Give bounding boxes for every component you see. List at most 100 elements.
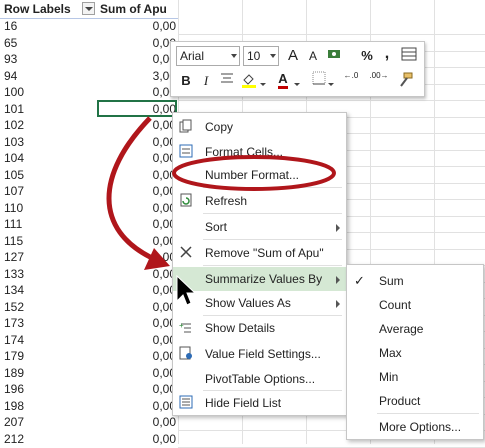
menu-item-format-cells[interactable]: Format Cells...	[173, 140, 346, 164]
decrease-decimal-button[interactable]: .00→	[367, 71, 391, 91]
sum-value[interactable]: 0,00	[98, 134, 176, 150]
sum-value[interactable]: 0,00	[98, 332, 176, 348]
font-color-button[interactable]: A	[273, 69, 293, 89]
format-table-button[interactable]	[399, 46, 419, 66]
sum-value[interactable]: 0,00	[98, 282, 176, 298]
checkmark-icon: ✓	[354, 273, 365, 288]
sum-value[interactable]: 0,00	[98, 266, 176, 282]
chevron-right-icon	[336, 276, 340, 284]
fill-color-dropdown[interactable]	[259, 74, 267, 94]
row-label[interactable]: 110	[4, 200, 94, 216]
borders-dropdown[interactable]	[327, 74, 335, 94]
submenu-item-more-options[interactable]: More Options...	[347, 415, 483, 439]
font-size-select[interactable]: 10	[243, 46, 279, 66]
borders-button[interactable]	[309, 71, 329, 91]
sum-value[interactable]: 0,00	[98, 348, 176, 364]
sum-value[interactable]: 0,00	[98, 150, 176, 166]
row-label[interactable]: 133	[4, 266, 94, 282]
row-label[interactable]: 94	[4, 68, 94, 84]
submenu-item-max[interactable]: Max	[347, 341, 483, 365]
menu-separator	[203, 390, 342, 391]
sum-value[interactable]: 0,00	[98, 431, 176, 447]
format-painter-button[interactable]	[395, 71, 415, 91]
sum-value[interactable]: 3,00	[98, 68, 176, 84]
row-label[interactable]: 198	[4, 398, 94, 414]
percent-style-button[interactable]: %	[357, 46, 377, 66]
sum-value[interactable]: 0,00	[98, 365, 176, 381]
sum-value[interactable]: 0,00	[98, 117, 176, 133]
filter-dropdown-button[interactable]	[82, 2, 95, 15]
sum-value[interactable]: 0,00	[98, 183, 176, 199]
sum-value[interactable]: 0,00	[98, 299, 176, 315]
menu-item-sort[interactable]: Sort	[173, 215, 346, 239]
bold-button[interactable]: B	[176, 71, 196, 91]
comma-style-button[interactable]: ,	[377, 44, 397, 64]
row-label[interactable]: 134	[4, 282, 94, 298]
menu-item-refresh[interactable]: Refresh	[173, 189, 346, 213]
sum-value[interactable]: 0,00	[98, 381, 176, 397]
menu-item-number-format[interactable]: Number Format...	[173, 163, 346, 187]
copy-icon	[178, 119, 194, 135]
row-label[interactable]: 212	[4, 431, 94, 447]
font-name-select[interactable]: Arial	[176, 46, 240, 66]
selected-cell[interactable]	[97, 100, 177, 117]
currency-format-button[interactable]	[325, 46, 345, 66]
sum-value[interactable]: 0,00	[98, 216, 176, 232]
sum-value[interactable]: 0,00	[98, 200, 176, 216]
font-color-dropdown[interactable]	[293, 74, 301, 94]
menu-item-value-field-settings[interactable]: Value Field Settings...	[173, 342, 346, 366]
row-label[interactable]: 16	[4, 18, 94, 34]
sum-value[interactable]: 0,00	[98, 35, 176, 51]
menu-item-remove-sum-of-apu[interactable]: Remove "Sum of Apu"	[173, 241, 346, 265]
row-label[interactable]: 127	[4, 249, 94, 265]
row-label[interactable]: 179	[4, 348, 94, 364]
increase-decimal-button[interactable]: ←.0	[339, 71, 363, 91]
menu-item-copy[interactable]: Copy	[173, 115, 346, 139]
submenu-item-count[interactable]: Count	[347, 293, 483, 317]
row-label[interactable]: 152	[4, 299, 94, 315]
sum-value[interactable]: 0,00	[98, 167, 176, 183]
sum-value[interactable]: 0,00	[98, 233, 176, 249]
row-label[interactable]: 93	[4, 51, 94, 67]
menu-separator	[203, 239, 342, 240]
menu-item-summarize-values-by[interactable]: Summarize Values By	[173, 267, 346, 291]
sum-value[interactable]: 0,00	[98, 51, 176, 67]
sum-value[interactable]: 0,00	[98, 84, 176, 100]
row-label[interactable]: 101	[4, 101, 94, 117]
row-label[interactable]: 102	[4, 117, 94, 133]
submenu-item-min[interactable]: Min	[347, 365, 483, 389]
submenu-item-average[interactable]: Average	[347, 317, 483, 341]
align-center-button[interactable]	[217, 71, 237, 91]
row-label[interactable]: 115	[4, 233, 94, 249]
row-label[interactable]: 196	[4, 381, 94, 397]
submenu-item-sum[interactable]: ✓ Sum	[347, 269, 483, 293]
shrink-font-button[interactable]: A	[303, 46, 323, 66]
row-label[interactable]: 207	[4, 414, 94, 430]
grow-font-button[interactable]: A	[283, 46, 303, 66]
row-label[interactable]: 104	[4, 150, 94, 166]
row-label[interactable]: 174	[4, 332, 94, 348]
submenu-item-product[interactable]: Product	[347, 389, 483, 413]
row-label[interactable]: 100	[4, 84, 94, 100]
sum-value[interactable]: 0,00	[98, 249, 176, 265]
row-label[interactable]: 105	[4, 167, 94, 183]
menu-item-hide-field-list[interactable]: Hide Field List	[173, 391, 346, 415]
row-label[interactable]: 103	[4, 134, 94, 150]
italic-button[interactable]: I	[196, 71, 216, 91]
sum-value[interactable]: 0,00	[98, 414, 176, 430]
menu-item-show-values-as[interactable]: Show Values As	[173, 291, 346, 315]
fill-color-button[interactable]	[239, 71, 259, 91]
bold-icon: B	[181, 73, 191, 88]
row-label[interactable]: 173	[4, 315, 94, 331]
menu-separator	[203, 315, 342, 316]
menu-item-show-details[interactable]: + Show Details	[173, 316, 346, 340]
menu-item-pivottable-options[interactable]: PivotTable Options...	[173, 367, 346, 391]
menu-item-label: PivotTable Options...	[205, 372, 316, 386]
sum-value[interactable]: 0,00	[98, 18, 176, 34]
row-label[interactable]: 65	[4, 35, 94, 51]
row-label[interactable]: 111	[4, 216, 94, 232]
sum-value[interactable]: 0,00	[98, 315, 176, 331]
row-label[interactable]: 189	[4, 365, 94, 381]
row-label[interactable]: 107	[4, 183, 94, 199]
sum-value[interactable]: 0,00	[98, 398, 176, 414]
